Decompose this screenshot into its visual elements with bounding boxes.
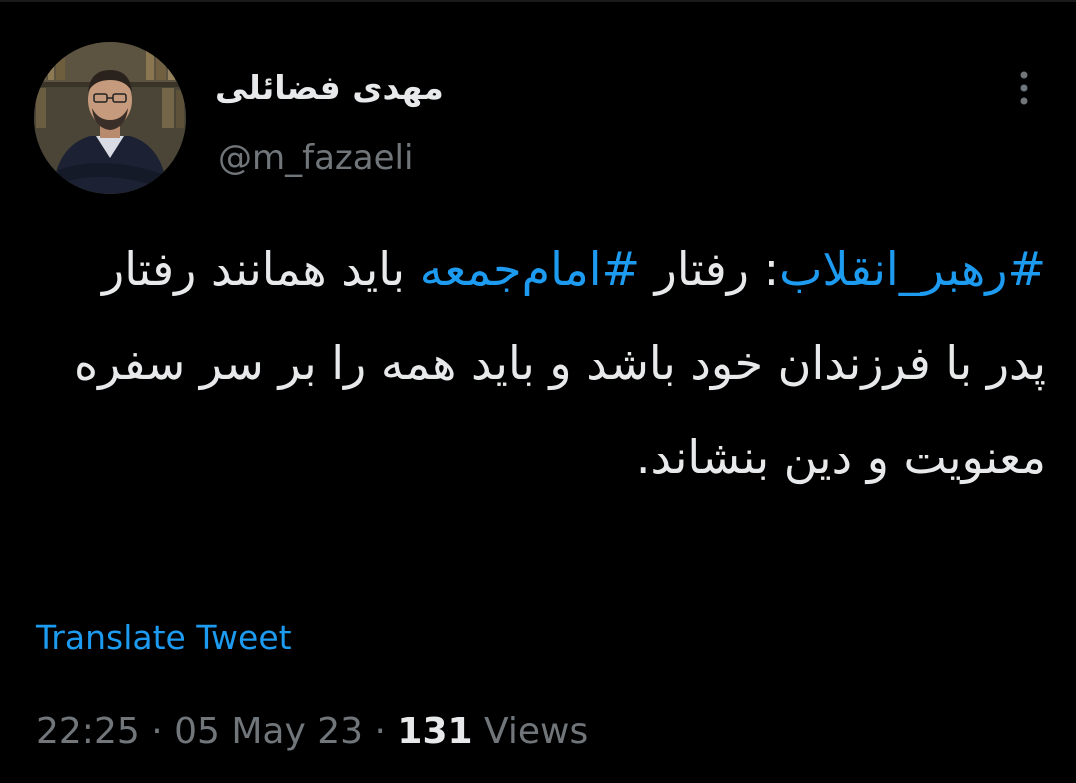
author-display-name[interactable]: مهدی فضائلی — [215, 62, 455, 114]
tweet-text-segment: : رفتار — [640, 242, 780, 296]
separator: · — [374, 711, 386, 752]
more-options-button[interactable] — [1002, 66, 1046, 110]
tweet-text: #رهبر_انقلاب: رفتار #امام‌جمعه باید همان… — [60, 222, 1046, 504]
tweet-date[interactable]: 05 May 23 — [174, 711, 363, 752]
views-count: 131 — [397, 711, 473, 752]
views-label: Views — [484, 711, 589, 752]
avatar[interactable] — [34, 42, 186, 194]
tweet-time[interactable]: 22:25 — [36, 711, 140, 752]
hashtag-link[interactable]: #رهبر_انقلاب — [779, 242, 1046, 296]
more-dots-vertical-icon — [1020, 71, 1028, 105]
profile-photo-icon — [34, 42, 186, 194]
top-divider — [0, 0, 1076, 2]
translate-tweet-link[interactable]: Translate Tweet — [36, 612, 292, 664]
author-handle[interactable]: @m_fazaeli — [218, 134, 413, 182]
tweet-metadata: 22:25 · 05 May 23 · 131 Views — [36, 704, 588, 760]
hashtag-link[interactable]: #امام‌جمعه — [420, 242, 640, 296]
separator: · — [151, 711, 163, 752]
